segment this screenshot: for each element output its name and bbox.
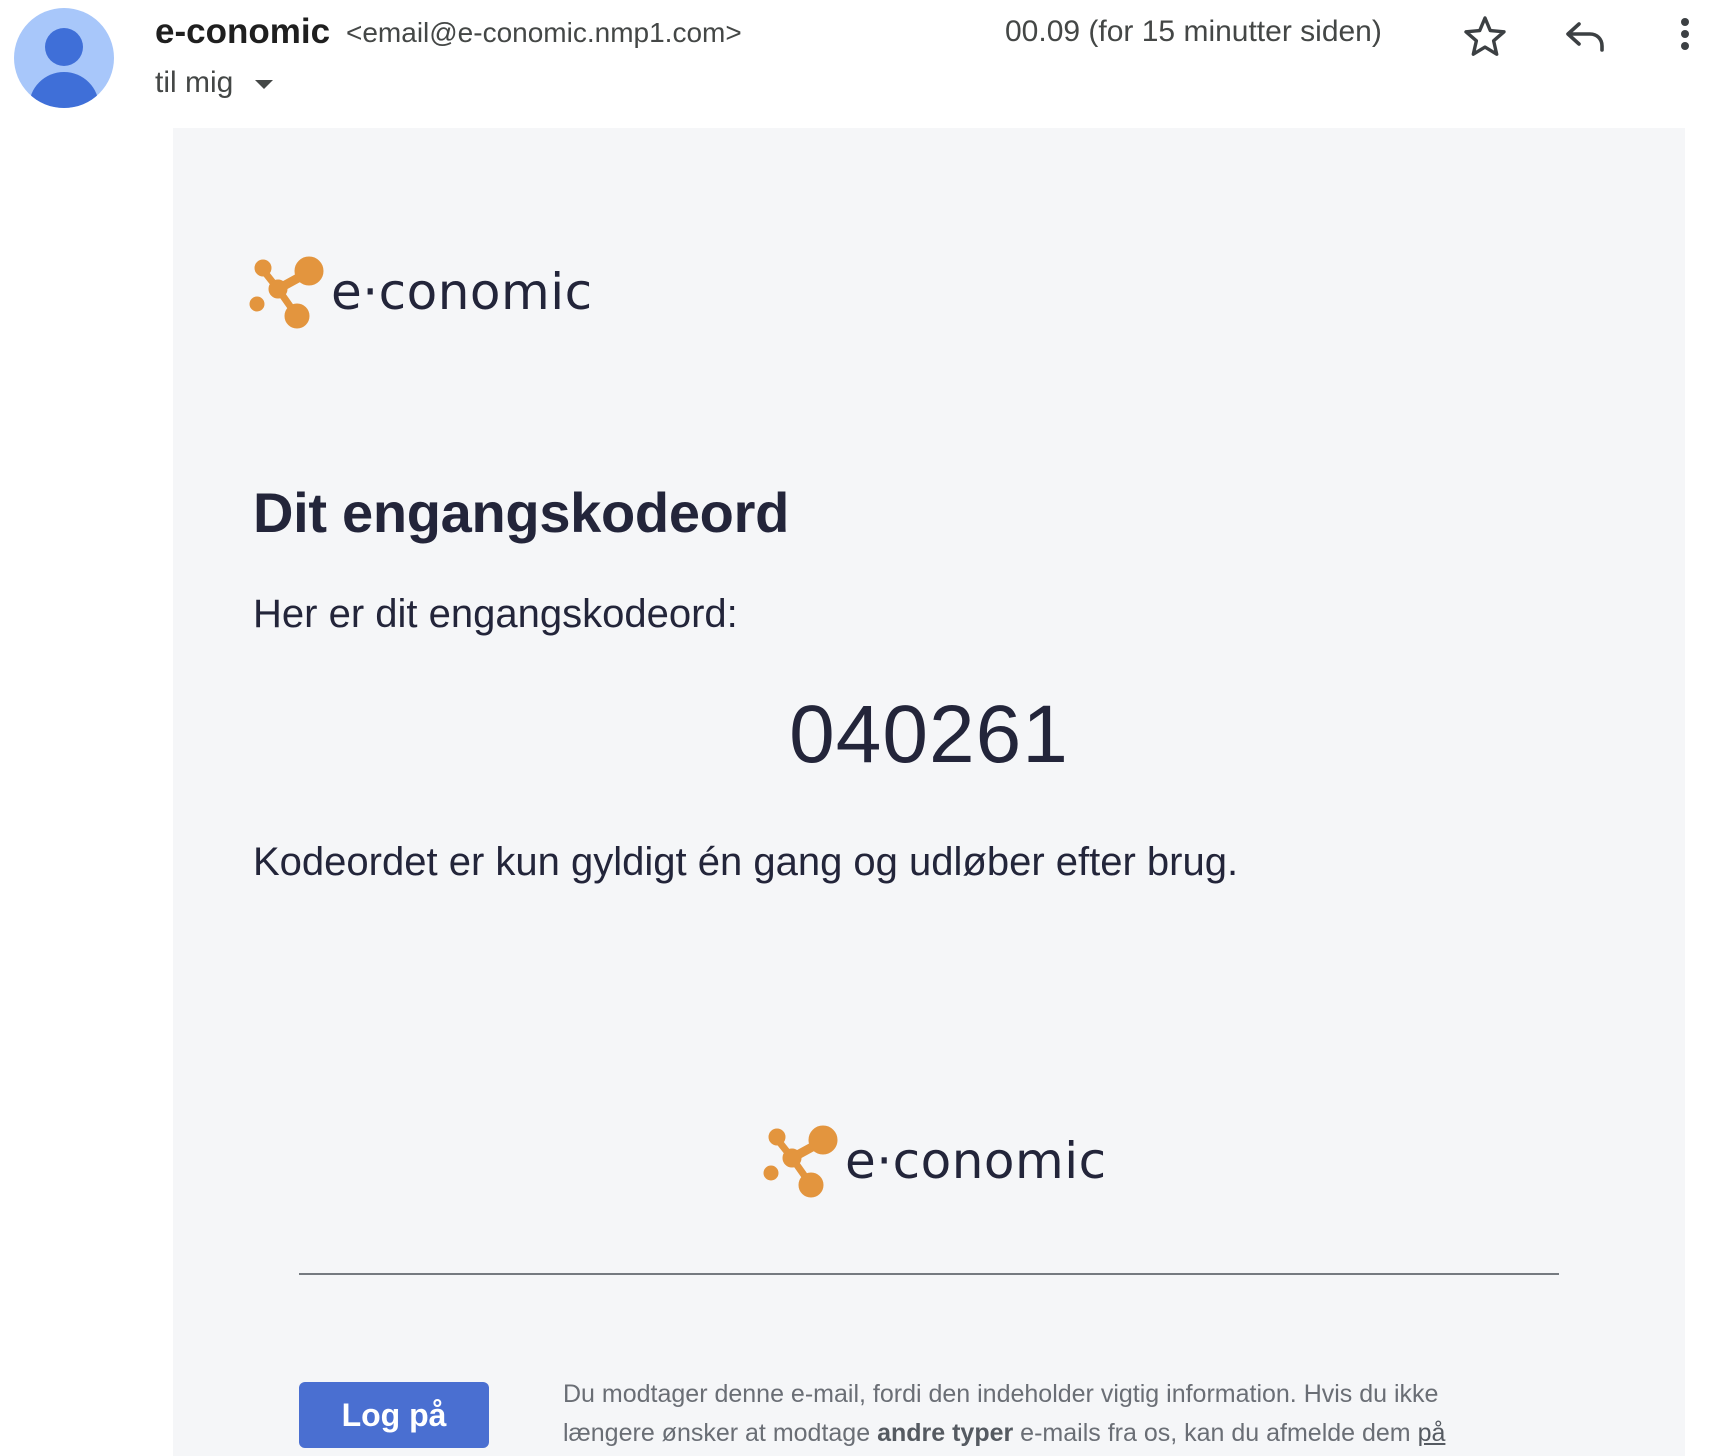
footer-text: Du modtager denne e-mail, fordi den inde… bbox=[563, 1375, 1523, 1453]
reply-icon[interactable] bbox=[1561, 12, 1609, 60]
recipient-label: til mig bbox=[155, 66, 234, 99]
footer-logo-text: e·conomic bbox=[845, 1132, 1107, 1190]
email-body: e·conomic Dit engangskodeord Her er dit … bbox=[173, 128, 1685, 1456]
economic-logo-text: e·conomic bbox=[331, 263, 593, 321]
one-time-code: 040261 bbox=[789, 689, 1069, 780]
email-note: Kodeordet er kun gyldigt én gang og udlø… bbox=[253, 840, 1239, 884]
more-vert-icon[interactable] bbox=[1661, 12, 1709, 60]
message-timestamp: 00.09 (for 15 minutter siden) bbox=[1005, 15, 1382, 48]
economic-logo-mark bbox=[249, 256, 324, 329]
avatar-head bbox=[45, 28, 83, 66]
footer-text-part2: e-mails fra os, kan du afmelde dem bbox=[1013, 1419, 1418, 1447]
footer-text-bold: andre typer bbox=[877, 1419, 1014, 1447]
sender-avatar[interactable] bbox=[14, 8, 114, 108]
login-button[interactable]: Log på bbox=[299, 1382, 489, 1448]
unsubscribe-link[interactable]: på bbox=[1418, 1419, 1446, 1447]
footer-logo-mark bbox=[763, 1125, 838, 1198]
avatar-body bbox=[29, 72, 99, 108]
footer-economic-logo: e·conomic bbox=[763, 1123, 1107, 1199]
footer-divider bbox=[299, 1273, 1559, 1275]
sender-name[interactable]: e-conomic bbox=[155, 12, 330, 52]
sender-email: <email@e-conomic.nmp1.com> bbox=[346, 17, 742, 48]
email-intro: Her er dit engangskodeord: bbox=[253, 592, 738, 636]
star-icon[interactable] bbox=[1461, 12, 1509, 60]
economic-logo: e·conomic bbox=[249, 254, 593, 330]
chevron-down-icon[interactable] bbox=[255, 80, 273, 89]
email-title: Dit engangskodeord bbox=[253, 481, 789, 544]
